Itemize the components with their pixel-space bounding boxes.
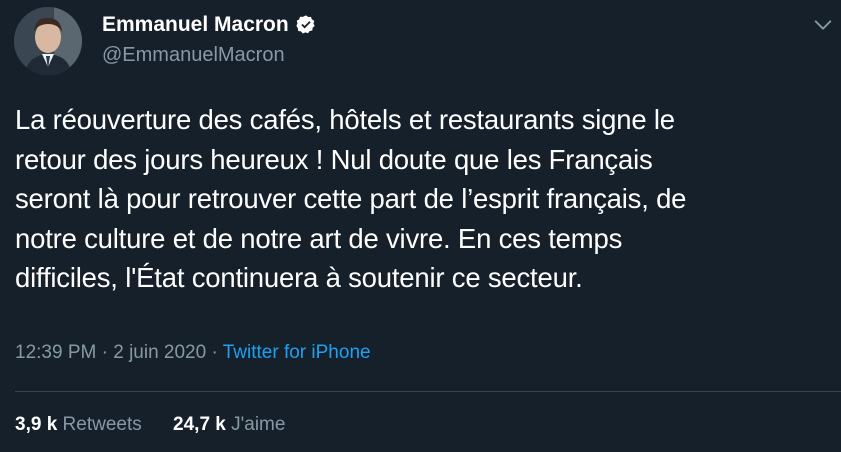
tweet-text: La réouverture des cafés, hôtels et rest…	[15, 100, 815, 298]
verified-badge-icon	[296, 15, 315, 34]
author-avatar[interactable]	[14, 7, 82, 75]
author-display-name[interactable]: Emmanuel Macron	[102, 12, 289, 38]
retweets-stat[interactable]: 3,9 k Retweets	[15, 413, 142, 437]
avatar-photo-icon	[14, 7, 82, 75]
tweet-text-line: seront là pour retrouver cette part de l…	[15, 183, 687, 215]
likes-count: 24,7 k	[173, 414, 226, 435]
tweet-text-line: retour des jours heureux ! Nul doute que…	[15, 143, 653, 175]
likes-stat[interactable]: 24,7 k J'aime	[173, 413, 285, 437]
tweet-text-line: difficiles, l'État continuera à soutenir…	[15, 262, 583, 294]
chevron-down-icon[interactable]	[812, 14, 834, 36]
tweet-meta: 12:39 PM · 2 juin 2020 · Twitter for iPh…	[15, 341, 371, 365]
likes-label: J'aime	[231, 414, 286, 435]
tweet-source-link[interactable]: Twitter for iPhone	[223, 342, 371, 363]
tweet-card: Emmanuel Macron @EmmanuelMacron La réouv…	[0, 0, 841, 452]
meta-separator: ·	[211, 342, 218, 363]
author-name-row: Emmanuel Macron	[102, 12, 317, 38]
retweets-label: Retweets	[62, 414, 142, 435]
tweet-stats: 3,9 k Retweets 24,7 k J'aime	[15, 413, 311, 437]
author-handle[interactable]: @EmmanuelMacron	[102, 43, 285, 67]
meta-separator: ·	[101, 342, 108, 363]
tweet-date[interactable]: 2 juin 2020	[113, 342, 206, 363]
divider	[15, 391, 841, 392]
tweet-time[interactable]: 12:39 PM	[15, 342, 96, 363]
tweet-text-line: notre culture et de notre art de vivre. …	[15, 222, 623, 254]
tweet-text-line: La réouverture des cafés, hôtels et rest…	[15, 104, 675, 135]
retweets-count: 3,9 k	[15, 414, 58, 435]
